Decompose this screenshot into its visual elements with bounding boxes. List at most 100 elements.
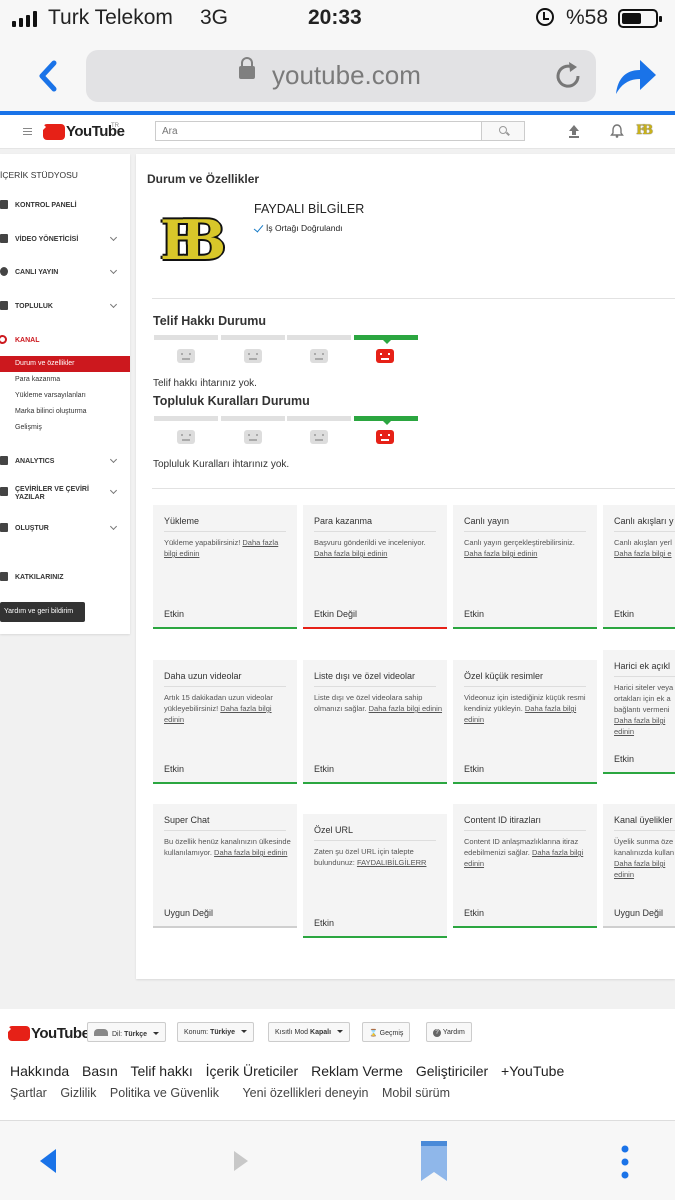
sidebar-item-translations[interactable]: ÇEVİRİLER VE ÇEVİRİ YAZILAR [0, 483, 130, 507]
restricted-mode-button[interactable]: Kısıtlı Mod Kapalı [268, 1022, 351, 1042]
footer-link[interactable]: İçerik Üreticiler [206, 1063, 299, 1079]
search-button[interactable] [481, 121, 525, 141]
learn-more-link[interactable]: Daha fazla bilgi edinin [464, 549, 537, 558]
sad-face-icon [177, 349, 195, 363]
video-manager-icon [0, 234, 8, 243]
dropdown-arrow-icon [153, 1032, 160, 1038]
youtube-header: YouTube TR FB [0, 115, 675, 149]
share-arrow-icon[interactable] [612, 56, 658, 96]
channel-name: FAYDALI BİLGİLER [254, 202, 365, 216]
search-input[interactable] [155, 121, 481, 141]
learn-more-link[interactable]: Daha fazla bilgi edinin [214, 848, 287, 857]
upload-icon[interactable] [568, 124, 580, 138]
reload-icon[interactable] [552, 60, 584, 92]
sidebar-item-video-manager[interactable]: VİDEO YÖNETİCİSİ [0, 230, 130, 250]
sidebar-item-channel[interactable]: KANAL [0, 331, 130, 351]
feature-card-live-embed: Canlı akışları y Canlı akışları yerl Daha… [603, 505, 675, 629]
feature-status: Etkin [464, 908, 485, 918]
sidebar-item-community[interactable]: TOPLULUK [0, 297, 130, 317]
learn-more-link[interactable]: Daha fazla bilgi edinin [314, 549, 387, 558]
chevron-down-icon [109, 233, 118, 242]
custom-url-link[interactable]: FAYDALIBİLGİLERR [357, 858, 426, 867]
sidebar-item-dashboard[interactable]: KONTROL PANELİ [0, 196, 130, 216]
help-feedback-button[interactable]: Yardım ve geri bildirim [0, 602, 85, 622]
battery-percent: %58 [566, 6, 609, 29]
footer-link[interactable]: Gizlilik [60, 1086, 96, 1100]
more-options-icon[interactable] [620, 1145, 630, 1179]
dashboard-icon [0, 200, 8, 209]
learn-more-link[interactable]: Daha fazla bilgi edinin [614, 859, 665, 879]
footer-link[interactable]: Reklam Verme [311, 1063, 403, 1079]
feature-card-longer-videos: Daha uzun videolar Artık 15 dakikadan uz… [153, 660, 297, 784]
footer-link[interactable]: Politika ve Güvenlik [110, 1086, 219, 1100]
youtube-play-icon [43, 123, 65, 140]
chevron-down-icon [109, 522, 118, 531]
sidebar-item-live[interactable]: CANLI YAYIN [0, 263, 130, 283]
footer-youtube-logo[interactable]: YouTube [8, 1025, 90, 1042]
chevron-down-icon [109, 486, 118, 495]
sidebar-title: İÇERİK STÜDYOSU [0, 170, 78, 180]
footer-link[interactable]: Şartlar [10, 1086, 47, 1100]
dropdown-arrow-icon [240, 1030, 247, 1036]
sidebar-item-create[interactable]: OLUŞTUR [0, 519, 130, 539]
footer-link[interactable]: Telif hakkı [131, 1063, 193, 1079]
learn-more-link[interactable]: Daha fazla bilgi edinin [369, 704, 442, 713]
help-button[interactable]: ? Yardım [426, 1022, 472, 1042]
location-button[interactable]: Konum: Türkiye [177, 1022, 254, 1042]
footer-link[interactable]: +YouTube [501, 1063, 564, 1079]
community-strike-meter [154, 416, 420, 446]
sidebar-subitem-advanced[interactable]: Gelişmiş [0, 420, 130, 436]
sidebar-subitem-upload-defaults[interactable]: Yükleme varsayılanları [0, 388, 130, 404]
feature-status: Etkin [464, 764, 485, 774]
sidebar-item-contributions[interactable]: KATKILARINIZ [0, 568, 130, 588]
feature-status: Etkin [614, 754, 635, 764]
sidebar-subitem-branding[interactable]: Marka bilinci oluşturma [0, 404, 130, 420]
forward-arrow-icon[interactable] [232, 1149, 250, 1173]
footer-link[interactable]: Basın [82, 1063, 118, 1079]
analytics-icon [0, 456, 8, 465]
lock-icon [239, 57, 255, 79]
feature-card-content-id: Content ID itirazları Content ID anlaşma… [453, 804, 597, 928]
back-chevron-icon[interactable] [34, 58, 62, 94]
feature-status: Etkin Değil [314, 609, 358, 619]
sidebar-subitem-status[interactable]: Durum ve özellikler [0, 356, 130, 372]
address-field[interactable]: youtube.com [86, 50, 596, 102]
feature-card-super-chat: Super Chat Bu özellik henüz kanalınızın … [153, 804, 297, 928]
learn-more-link[interactable]: Daha fazla bilgi edinin [614, 716, 665, 736]
create-icon [0, 523, 8, 532]
partner-verified: İş Ortağı Doğrulandı [253, 222, 343, 233]
status-bar: Turk Telekom 3G 20:33 %58 [0, 0, 675, 40]
url-text: youtube.com [272, 60, 421, 90]
language-button[interactable]: Dil: Türkçe [87, 1022, 167, 1042]
page-title: Durum ve Özellikler [147, 172, 260, 186]
community-status-title: Topluluk Kuralları Durumu [153, 394, 310, 408]
footer-link[interactable]: Mobil sürüm [382, 1086, 450, 1100]
sad-face-icon [244, 349, 262, 363]
back-arrow-icon[interactable] [38, 1147, 58, 1175]
divider [152, 298, 675, 299]
footer-link[interactable]: Yeni özellikleri deneyin [242, 1086, 368, 1100]
language-icon [94, 1029, 108, 1036]
network-type: 3G [200, 6, 229, 29]
bookmarks-icon[interactable] [419, 1139, 449, 1183]
help-icon: ? [433, 1029, 441, 1037]
feature-status: Etkin [164, 609, 185, 619]
feature-status: Etkin [614, 609, 635, 619]
learn-more-link[interactable]: Daha fazla bilgi e [614, 549, 672, 558]
sad-face-icon [244, 430, 262, 444]
feature-status: Etkin [464, 609, 485, 619]
feature-status: Etkin [314, 918, 335, 928]
sidebar-item-analytics[interactable]: ANALYTICS [0, 452, 130, 472]
community-icon [0, 301, 8, 310]
copyright-status-text: Telif hakkı ihtarınız yok. [153, 378, 257, 389]
check-icon [253, 222, 264, 233]
notifications-bell-icon[interactable] [610, 124, 624, 138]
footer-link[interactable]: Geliştiriciler [416, 1063, 488, 1079]
history-button[interactable]: ⌛ Geçmiş [362, 1022, 411, 1042]
menu-icon[interactable] [23, 128, 32, 135]
footer-link[interactable]: Hakkında [10, 1063, 69, 1079]
community-status-text: Topluluk Kuralları ihtarınız yok. [153, 459, 290, 470]
account-avatar[interactable]: FB [636, 123, 653, 138]
feature-card-custom-url: Özel URL Zaten şu özel URL için talepte … [303, 814, 447, 938]
sidebar-subitem-monetization[interactable]: Para kazanma [0, 372, 130, 388]
